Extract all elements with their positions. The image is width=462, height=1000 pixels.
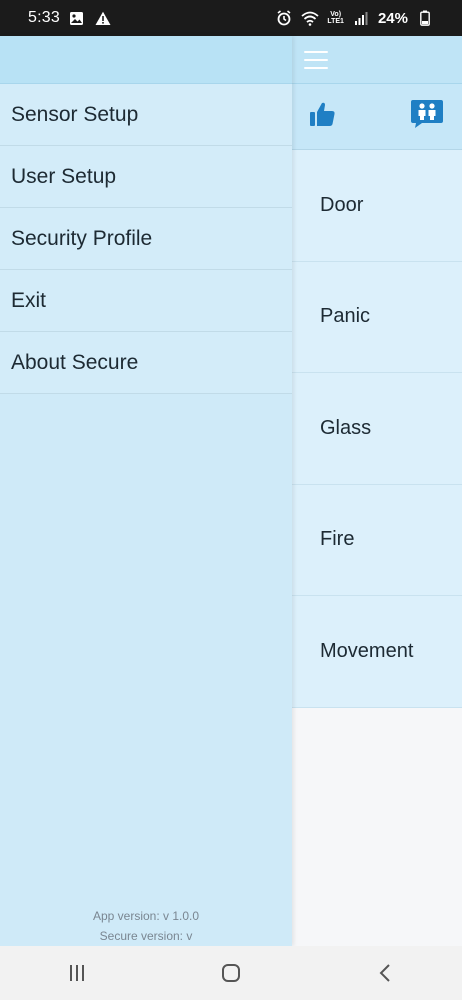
drawer-item-label: About Secure — [11, 350, 139, 374]
sensor-item-movement[interactable]: Movement — [292, 596, 462, 708]
status-right: Vo) LTE1 24% — [275, 9, 434, 27]
main-content: Door Panic Glass Fire Movement — [292, 36, 462, 946]
drawer-item-label: Security Profile — [11, 226, 153, 250]
battery-icon — [416, 9, 434, 27]
drawer-footer: App version: v 1.0.0 Secure version: v — [0, 906, 292, 946]
navigation-drawer: Sensor Setup User Setup Security Profile… — [0, 36, 292, 946]
warning-icon — [94, 9, 112, 27]
volte-indicator: Vo) LTE1 — [327, 11, 344, 25]
sensor-item-panic[interactable]: Panic — [292, 261, 462, 373]
users-chat-icon[interactable] — [410, 99, 444, 134]
action-toolbar — [292, 84, 462, 150]
drawer-item-sensor-setup[interactable]: Sensor Setup — [0, 84, 292, 146]
sensor-label: Glass — [320, 416, 372, 439]
recent-apps-icon[interactable] — [47, 953, 107, 993]
thumbs-up-icon[interactable] — [308, 100, 336, 133]
drawer-item-label: User Setup — [11, 164, 117, 188]
gallery-icon — [68, 9, 86, 27]
drawer-header — [0, 36, 292, 84]
app-bar — [292, 36, 462, 84]
app-version-text: App version: v 1.0.0 — [92, 909, 200, 923]
secure-version-text: Secure version: v — [99, 929, 193, 943]
alarm-icon — [275, 9, 293, 27]
drawer-item-exit[interactable]: Exit — [0, 270, 292, 332]
sensor-label: Fire — [320, 528, 355, 551]
drawer-item-security-profile[interactable]: Security Profile — [0, 208, 292, 270]
sensor-item-door[interactable]: Door — [292, 150, 462, 262]
status-time: 5:33 — [28, 9, 60, 26]
home-icon[interactable] — [201, 953, 261, 993]
drawer-item-label: Sensor Setup — [11, 102, 139, 126]
volte-top: Vo) — [330, 11, 342, 18]
sensor-item-fire[interactable]: Fire — [292, 484, 462, 596]
battery-percent: 24% — [377, 9, 408, 27]
sensor-label: Panic — [320, 305, 371, 328]
sensor-item-glass[interactable]: Glass — [292, 373, 462, 485]
sensor-label: Door — [320, 193, 364, 216]
volte-bottom: LTE1 — [327, 18, 344, 25]
sensor-label: Movement — [320, 639, 414, 662]
wifi-icon — [301, 9, 319, 27]
status-left: 5:33 — [28, 9, 112, 27]
drawer-item-label: Exit — [11, 288, 47, 312]
system-nav-bar — [0, 946, 462, 1000]
sensor-list: Door Panic Glass Fire Movement — [292, 150, 462, 708]
signal-icon — [352, 9, 370, 27]
drawer-item-user-setup[interactable]: User Setup — [0, 146, 292, 208]
back-icon[interactable] — [355, 953, 415, 993]
status-bar: 5:33 Vo) LTE1 24% — [0, 0, 462, 36]
drawer-item-about-secure[interactable]: About Secure — [0, 332, 292, 394]
hamburger-icon[interactable] — [304, 50, 328, 69]
